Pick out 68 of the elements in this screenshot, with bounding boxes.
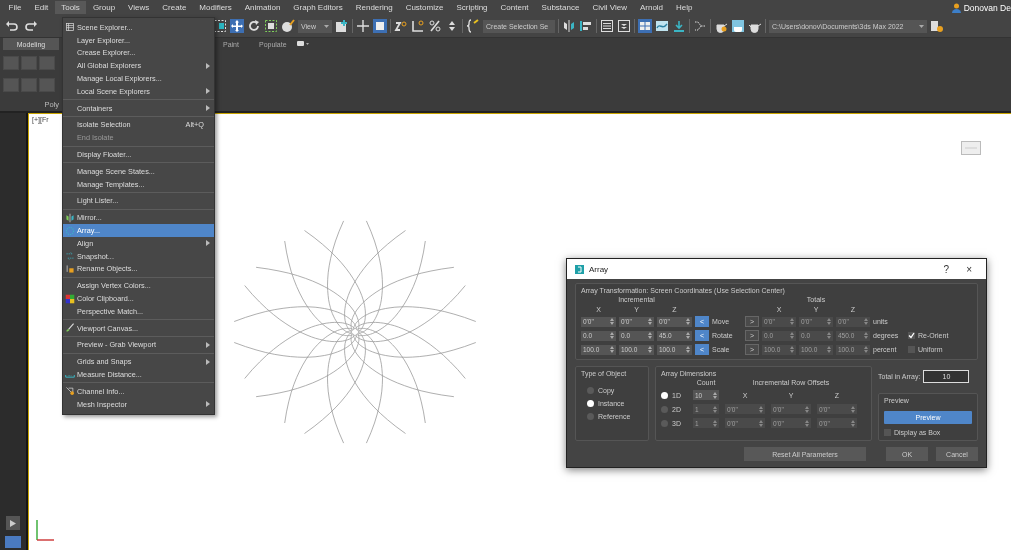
menu-item[interactable]: Tools (54, 1, 87, 14)
list-icon (65, 22, 75, 33)
crosshair-icon[interactable] (356, 19, 370, 33)
layers-icon[interactable] (617, 19, 631, 33)
camera-icon[interactable] (296, 41, 309, 47)
menu-item[interactable]: Graph Editors (286, 1, 350, 14)
checkmark-icon (908, 332, 915, 339)
user-icon (951, 2, 961, 13)
menu-item[interactable]: Animation (238, 1, 287, 14)
menu-item[interactable]: File (2, 1, 28, 14)
spinner-icon[interactable] (648, 346, 652, 353)
spinner-icon[interactable] (610, 346, 614, 353)
dotted-circle-icon (65, 225, 75, 236)
menu-item[interactable]: Civil View (585, 1, 634, 14)
play-button[interactable] (6, 516, 20, 530)
spinner-icon[interactable] (610, 332, 614, 339)
help-button[interactable]: ? (937, 263, 956, 275)
grid-icon[interactable] (638, 19, 652, 33)
redo-icon[interactable] (24, 19, 38, 33)
menu-item[interactable]: Rendering (349, 1, 400, 14)
menu-item[interactable]: Arnold (633, 1, 670, 14)
braces-icon[interactable] (466, 19, 480, 33)
menu-item[interactable]: Create (155, 1, 193, 14)
caret-icon (324, 24, 329, 28)
sphere-icon[interactable] (281, 19, 295, 33)
menu-item[interactable]: Views (121, 1, 156, 14)
menu-item[interactable]: Scripting (449, 1, 495, 14)
app-logo-icon (575, 264, 584, 274)
spinner-icon[interactable] (610, 318, 614, 325)
axis-gizmo-icon (35, 520, 55, 542)
move-icon[interactable] (230, 19, 244, 33)
spinner-icon[interactable] (686, 346, 690, 353)
scale-icon[interactable] (264, 19, 278, 33)
user-account[interactable]: Donovan De (951, 2, 1011, 13)
download-icon[interactable] (672, 19, 686, 33)
rotate-icon[interactable] (247, 19, 261, 33)
spinner-icon[interactable] (686, 318, 690, 325)
curve-icon[interactable] (655, 19, 669, 33)
mirror-icon[interactable] (562, 19, 576, 33)
spinner-icon[interactable] (713, 391, 717, 399)
menu-item[interactable]: Help (669, 1, 699, 14)
filled-square-icon[interactable] (373, 19, 387, 33)
menu-item[interactable]: Modifiers (192, 1, 239, 14)
snap-icon[interactable] (394, 19, 408, 33)
play-icon (10, 519, 16, 527)
select-region-icon[interactable] (213, 19, 227, 33)
color-squares-icon (65, 293, 75, 304)
menu-item[interactable]: Group (86, 1, 122, 14)
dialog-title: Array (589, 264, 609, 274)
close-button[interactable]: × (960, 263, 978, 275)
menu-item[interactable]: Customize (399, 1, 450, 14)
menu-item[interactable]: Edit (27, 1, 55, 14)
list-icon[interactable] (600, 19, 614, 33)
brush-icon (65, 323, 75, 334)
angle-icon[interactable] (411, 19, 425, 33)
menu-item[interactable]: Substance (535, 1, 586, 14)
plus-square-icon[interactable] (335, 19, 349, 33)
spinner-icon[interactable] (648, 318, 652, 325)
menu-item[interactable]: Content (494, 1, 536, 14)
caret-icon (919, 24, 924, 28)
align-icon[interactable] (579, 19, 593, 33)
spinner-icon[interactable] (686, 332, 690, 339)
spinner-icon[interactable] (648, 332, 652, 339)
render-frame-icon[interactable] (731, 19, 745, 33)
percent-icon[interactable] (428, 19, 442, 33)
undo-icon[interactable] (5, 19, 19, 33)
mirror-icon (65, 212, 75, 223)
dashed-arrows-icon (65, 251, 75, 262)
